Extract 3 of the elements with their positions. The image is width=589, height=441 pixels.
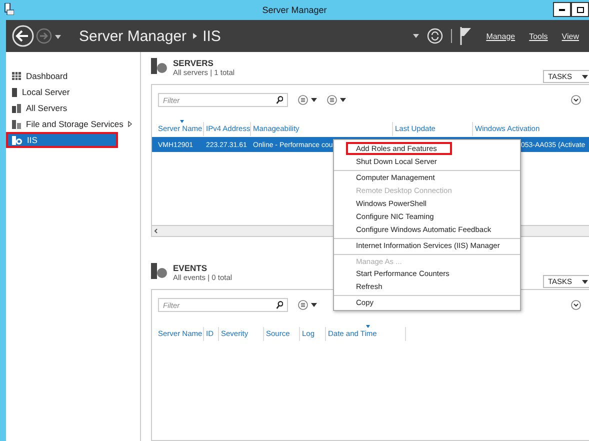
section-title: EVENTS <box>173 263 208 273</box>
section-title: SERVERS <box>173 58 214 68</box>
window-title: Server Manager <box>262 5 327 15</box>
